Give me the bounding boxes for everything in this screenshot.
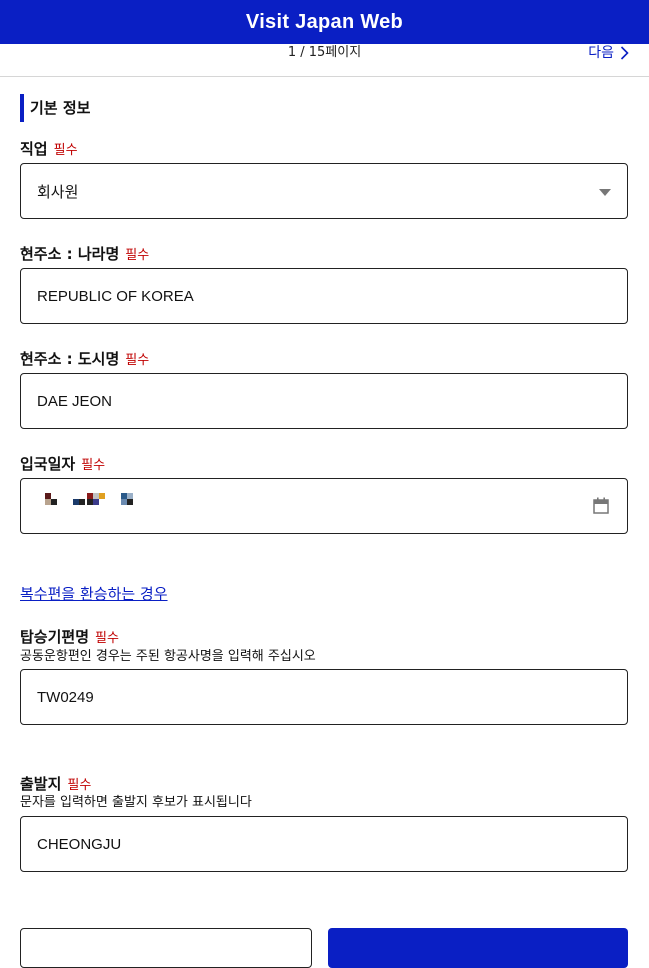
country-value: REPUBLIC OF KOREA [37,287,194,305]
occupation-label-text: 직업 [20,140,48,158]
caret-down-icon [599,189,611,196]
flight-value: TW0249 [37,688,94,706]
entry-date-label-text: 입국일자 [20,455,76,473]
connecting-flights-link[interactable]: 복수편을 환승하는 경우 [20,584,168,604]
required-badge: 필수 [125,353,150,368]
entry-date-label: 입국일자 필수 [20,454,105,476]
country-label-text: 현주소 : 나라명 [20,245,120,263]
required-badge: 필수 [125,248,150,263]
calendar-icon[interactable] [593,497,609,514]
section-title: 기본 정보 [20,94,90,122]
page-navigation: 1 / 15페이지 다음 [0,44,649,77]
save-button[interactable] [328,928,628,968]
app-header: Visit Japan Web [0,0,649,44]
country-label: 현주소 : 나라명 필수 [20,244,149,266]
flight-hint: 공동운항편인 경우는 주된 항공사명을 입력해 주십시오 [20,649,316,664]
next-label: 다음 [588,45,614,61]
required-badge: 필수 [95,631,119,646]
departure-field[interactable]: CHEONGJU [20,816,628,872]
back-button[interactable] [20,928,312,968]
flight-field[interactable]: TW0249 [20,669,628,725]
redacted-date-pixels [21,479,221,519]
flight-label-text: 탑승기편명 [20,628,90,646]
departure-label: 출발지 필수 [20,774,91,796]
city-field[interactable]: DAE JEON [20,373,628,429]
required-badge: 필수 [53,143,78,158]
app-title: Visit Japan Web [245,10,404,33]
city-label-text: 현주소 : 도시명 [20,350,120,368]
occupation-value: 회사원 [37,183,79,201]
departure-label-text: 출발지 [20,775,62,793]
page-indicator: 1 / 15페이지 [287,45,362,60]
country-field[interactable]: REPUBLIC OF KOREA [20,268,628,324]
city-value: DAE JEON [37,392,113,410]
departure-value: CHEONGJU [37,835,122,853]
entry-date-field[interactable] [20,478,628,534]
required-badge: 필수 [67,778,92,793]
required-badge: 필수 [81,458,106,473]
flight-label: 탑승기편명 필수 [20,627,119,649]
city-label: 현주소 : 도시명 필수 [20,349,149,371]
occupation-select[interactable]: 회사원 [20,163,628,219]
chevron-right-icon [620,46,629,60]
next-page-button[interactable]: 다음 [588,44,629,62]
departure-hint: 문자를 입력하면 출발지 후보가 표시됩니다 [20,795,252,810]
occupation-label: 직업 필수 [20,139,78,161]
